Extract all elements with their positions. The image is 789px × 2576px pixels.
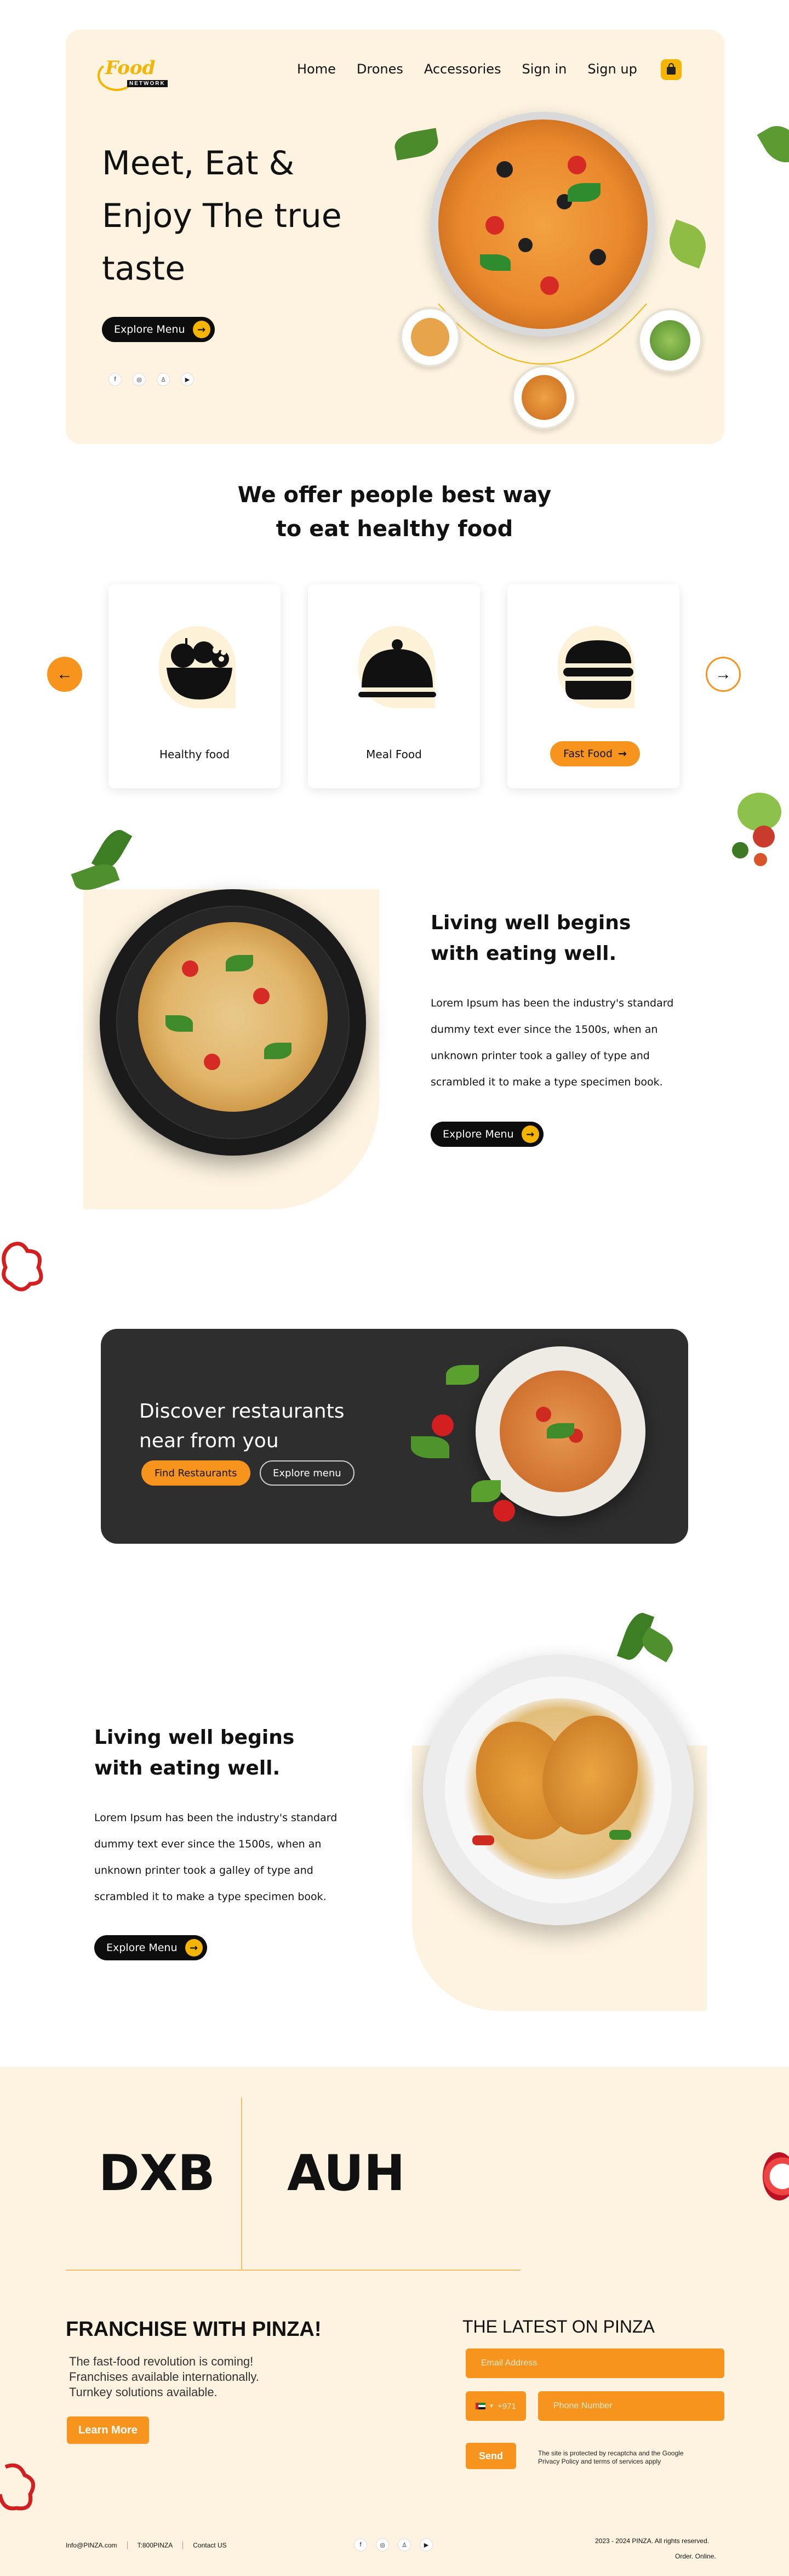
feature2-heading: Living well begins with eating well. [94,1726,295,1779]
feature1-body: Lorem Ipsum has been the industry's stan… [431,997,674,1088]
card-label: Healthy food [159,748,230,761]
brand-logo[interactable]: Food NETWORK [98,57,169,91]
youtube-icon[interactable]: ▶ [420,2538,433,2551]
card-label-active: Fast Food → [550,741,640,766]
nav-drones[interactable]: Drones [357,61,403,77]
footer-email-link[interactable]: Info@PINZA.com [66,2541,117,2549]
nav-home[interactable]: Home [297,61,336,77]
pasta-plate-image [100,889,366,1156]
learn-more-button[interactable]: Learn More [67,2416,149,2444]
city-auh[interactable]: AUH [287,2145,405,2202]
arrow-right-icon: → [521,1125,539,1143]
category-card-meal[interactable]: Meal Food [308,584,480,788]
instagram-icon[interactable]: ◎ [133,373,146,386]
footer-links: Info@PINZA.com T:800PINZA Contact US [66,2541,227,2549]
find-restaurants-button[interactable]: Find Restaurants [141,1460,250,1486]
send-button[interactable]: Send [466,2443,516,2469]
email-field[interactable]: Email Address [466,2348,724,2378]
burger-icon [563,640,633,700]
pepper-ring-decoration [0,2463,36,2511]
discover-heading: Discover restaurants near from you [139,1400,345,1452]
instagram-icon[interactable]: ◎ [376,2538,389,2551]
city-dxb[interactable]: DXB [99,2145,215,2202]
feature2-explore-menu-button[interactable]: Explore Menu → [94,1935,207,1960]
copyright-text: 2023 - 2024 PINZA. All rights reserved. [595,2537,710,2545]
basil-leaf-decoration [757,118,789,170]
basil-leaf-decoration [411,1436,449,1458]
uae-flag-icon [476,2403,486,2409]
snapchat-icon[interactable]: ♙ [157,373,170,386]
city-divider-horizontal [66,2270,521,2271]
newsletter-heading: THE LATEST ON PINZA [462,2317,655,2336]
recaptcha-notice: The site is protected by recaptcha and t… [538,2449,684,2465]
city-divider-vertical [241,2097,242,2271]
category-card-healthy[interactable]: Healthy food [108,584,281,788]
cloche-icon [358,639,436,697]
basil-leaf-decoration [71,825,133,899]
offer-heading: We offer people best way to eat healthy … [237,482,552,542]
pepper-ring-decoration [2,1242,43,1292]
chicken-pasta-plate-image [423,1654,694,1925]
arrow-right-icon: → [618,748,627,760]
discover-panel: Discover restaurants near from you Find … [101,1329,688,1544]
tomato-decoration [493,1500,515,1522]
fruit-basket-icon [167,638,232,700]
phone-field[interactable]: Phone Number [538,2391,724,2421]
arrow-left-icon: ← [56,665,73,683]
hero-social-links: f ◎ ♙ ▶ [108,373,194,386]
basil-leaf-decoration [446,1365,479,1385]
feature1-explore-menu-button[interactable]: Explore Menu → [431,1122,544,1147]
arrow-right-icon: → [715,665,731,683]
carousel-prev-button[interactable]: ← [47,657,82,692]
footer-contact-link[interactable]: Contact US [193,2541,226,2549]
arrow-right-icon: → [192,321,210,338]
logo-subtext: NETWORK [127,80,168,87]
order-online-text: Order. Online. [675,2552,716,2560]
explore-menu-outline-button[interactable]: Explore menu [260,1460,355,1486]
salad-thumbnail[interactable] [638,308,702,373]
youtube-icon[interactable]: ▶ [181,373,194,386]
category-card-fast-food[interactable]: Fast Food → [507,584,679,788]
arrow-right-icon: → [185,1939,203,1957]
franchise-heading: FRANCHISE WITH PINZA! [66,2318,322,2341]
pasta-thumbnail[interactable] [400,307,460,367]
spaghetti-plate-image [476,1346,645,1516]
card-label: Meal Food [366,748,422,761]
chevron-down-icon: ▼ [489,2403,495,2409]
facebook-icon[interactable]: f [108,373,122,386]
hero-explore-menu-button[interactable]: Explore Menu → [102,317,215,342]
snapchat-icon[interactable]: ♙ [398,2538,411,2551]
hero-title: Meet, Eat & Enjoy The true taste [102,144,342,288]
hero-section: Food NETWORK Home Drones Accessories Sig… [66,30,724,444]
hero-pizza-image [431,112,655,337]
feature2-body: Lorem Ipsum has been the industry's stan… [94,1812,338,1903]
tomato-decoration [432,1414,454,1436]
footer-section: DXB AUH FRANCHISE WITH PINZA! The fast-f… [0,2067,789,2576]
feature1-heading: Living well begins with eating well. [431,912,631,965]
basil-leaf-decoration [471,1480,501,1502]
franchise-text: The fast-food revolution is coming! Fran… [69,2355,259,2399]
facebook-icon[interactable]: f [354,2538,367,2551]
logo-text: Food [105,57,156,79]
footer-phone-link[interactable]: T:800PINZA [138,2541,173,2549]
salad-decoration [727,793,787,875]
country-code-select[interactable]: ▼ +971 [466,2391,526,2421]
mini-pizza-thumbnail[interactable] [512,365,576,430]
carousel-next-button[interactable]: → [706,657,741,692]
footer-social-links: f ◎ ♙ ▶ [354,2538,433,2551]
